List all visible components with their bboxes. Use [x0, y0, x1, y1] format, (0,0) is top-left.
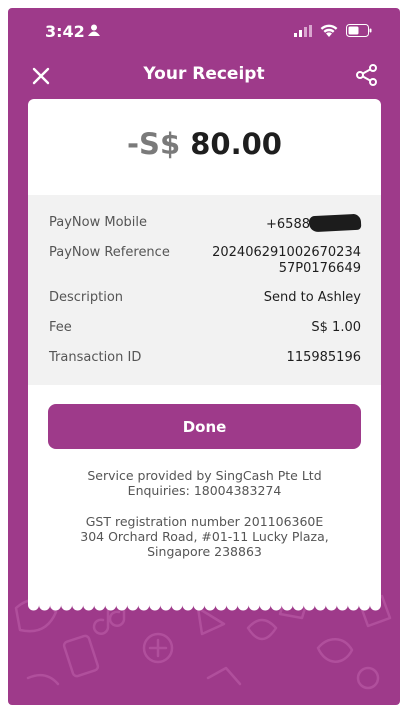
reference-line-2: 57P0176649: [278, 261, 361, 276]
battery-icon: [346, 24, 372, 37]
detail-value: 202406291002670234 57P0176649: [212, 245, 361, 277]
signal-icon: [294, 24, 312, 37]
paynow-mobile-value: +6588: [266, 217, 310, 232]
detail-row-paynow-reference: PayNow Reference 202406291002670234 57P0…: [49, 245, 361, 277]
amount-currency: -S$: [127, 127, 181, 161]
detail-row-fee: Fee S$ 1.00: [49, 320, 361, 336]
receipt-details: PayNow Mobile +6588 PayNow Reference 202…: [28, 195, 381, 385]
redaction-scribble: [308, 213, 362, 233]
detail-label: Transaction ID: [49, 350, 142, 365]
receipt-torn-edge: [28, 603, 381, 611]
status-icons: [294, 24, 372, 37]
detail-row-description: Description Send to Ashley: [49, 290, 361, 306]
done-button[interactable]: Done: [48, 404, 361, 449]
amount-value: 80.00: [190, 127, 282, 161]
detail-label: Description: [49, 290, 124, 305]
detail-label: Fee: [49, 320, 72, 335]
app-screen: 3:42 Your Receipt -S$ 80.00 PayNow Mobil…: [8, 8, 400, 705]
enquiries-line: Enquiries: 18004383274: [127, 483, 282, 498]
status-bar: 3:42: [8, 8, 400, 54]
detail-label: PayNow Mobile: [49, 215, 148, 230]
provider-line: Service provided by SingCash Pte Ltd: [87, 468, 322, 483]
detail-value: 115985196: [286, 350, 361, 365]
provider-info: Service provided by SingCash Pte Ltd Enq…: [28, 468, 381, 498]
status-time: 3:42: [45, 22, 85, 41]
gst-info: GST registration number 201106360E 304 O…: [28, 514, 381, 559]
detail-value: S$ 1.00: [311, 320, 361, 335]
receipt-card: -S$ 80.00 PayNow Mobile +6588 PayNow Ref…: [28, 99, 381, 603]
gst-line: GST registration number 201106360E: [85, 514, 324, 529]
person-icon: [88, 24, 100, 36]
address-line: 304 Orchard Road, #01-11 Lucky Plaza,: [80, 529, 329, 544]
detail-value: Send to Ashley: [263, 290, 361, 305]
wifi-icon: [320, 24, 338, 37]
detail-row-transaction-id: Transaction ID 115985196: [49, 350, 361, 366]
reference-line-1: 202406291002670234: [212, 245, 361, 260]
detail-row-paynow-mobile: PayNow Mobile +6588: [49, 213, 362, 233]
page-title: Your Receipt: [143, 64, 265, 84]
receipt-amount: -S$ 80.00: [28, 127, 381, 161]
detail-value: +6588: [266, 213, 362, 233]
address-line: Singapore 238863: [147, 544, 262, 559]
share-icon[interactable]: [354, 62, 380, 88]
nav-bar: Your Receipt: [8, 58, 400, 100]
detail-label: PayNow Reference: [49, 245, 170, 260]
